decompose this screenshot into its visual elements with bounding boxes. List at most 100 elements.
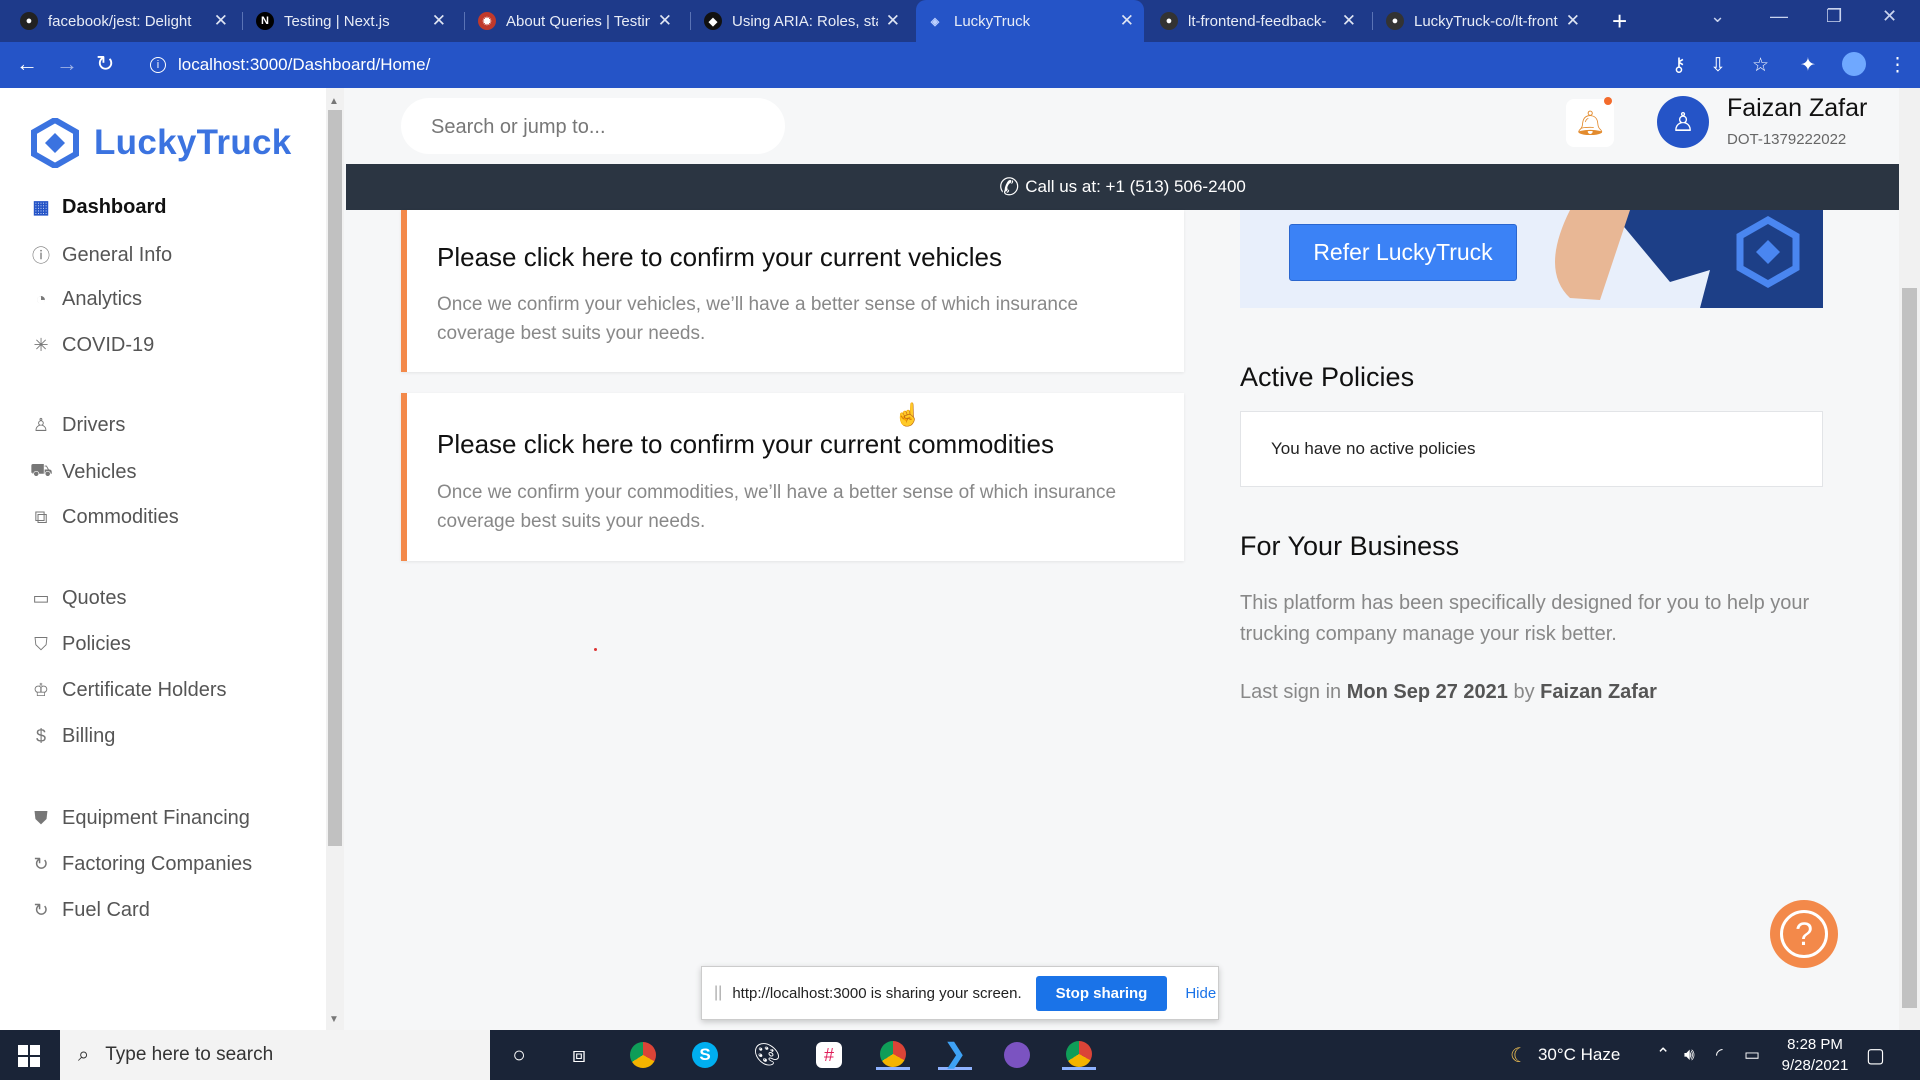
- profile-icon[interactable]: [1842, 52, 1866, 76]
- reload-icon[interactable]: ↻: [96, 52, 114, 76]
- notifications-icon[interactable]: ▢: [1866, 1030, 1885, 1080]
- sidebar-item-certificate-holders[interactable]: ♔ Certificate Holders: [30, 679, 227, 702]
- browser-tab-bar: ● facebook/jest: Delight ✕ N Testing | N…: [0, 0, 1920, 42]
- paint-icon[interactable]: 🎨︎: [750, 1040, 784, 1070]
- back-icon[interactable]: ←: [16, 52, 38, 76]
- sidebar-item-fuel-card[interactable]: ↻ Fuel Card: [30, 899, 149, 922]
- active-policies-title: Active Policies: [1240, 362, 1415, 392]
- menu-icon[interactable]: ⋮: [1888, 54, 1907, 77]
- sidebar-item-analytics[interactable]: ◔ Analytics: [30, 288, 142, 311]
- sidebar-item-equipment-financing[interactable]: ⛊ Equipment Financing: [30, 807, 250, 830]
- close-tab-icon[interactable]: ✕: [1342, 11, 1356, 31]
- phone-icon: ✆: [999, 173, 1020, 201]
- browser-tab[interactable]: ✹ About Queries | Testin ✕: [468, 0, 682, 42]
- browser-tab[interactable]: ◆ Using ARIA: Roles, sta ✕: [694, 0, 910, 42]
- volume-icon[interactable]: 🔊︎: [1684, 1030, 1695, 1080]
- extensions-icon[interactable]: ✦: [1800, 54, 1816, 77]
- browser-tab-active[interactable]: ◈ LuckyTruck ✕: [916, 0, 1144, 42]
- confirm-commodities-card[interactable]: Please click here to confirm your curren…: [401, 393, 1184, 561]
- business-description: This platform has been specifically desi…: [1240, 592, 1810, 645]
- sidebar-item-commodities[interactable]: ⧉ Commodities: [30, 506, 179, 529]
- message-icon: ▭: [32, 588, 50, 608]
- site-info-icon[interactable]: i: [150, 57, 166, 73]
- bookmark-star-icon[interactable]: ☆: [1752, 54, 1769, 77]
- sidebar-item-general-info[interactable]: ⓘ General Info: [30, 242, 172, 268]
- skype-icon[interactable]: S: [688, 1040, 722, 1070]
- call-us-text[interactable]: Call us at: +1 (513) 506-2400: [1025, 177, 1246, 197]
- tab-divider: [690, 12, 691, 30]
- url-field[interactable]: i localhost:3000/Dashboard/Home/: [150, 50, 1650, 80]
- page-scrollbar-thumb[interactable]: [1902, 288, 1917, 1008]
- browser-tab[interactable]: N Testing | Next.js ✕: [246, 0, 456, 42]
- sidebar-item-billing[interactable]: $ Billing: [30, 725, 115, 748]
- close-tab-icon[interactable]: ✕: [886, 11, 900, 31]
- slack-icon[interactable]: #: [812, 1040, 846, 1070]
- chrome-dev-icon[interactable]: [1062, 1040, 1096, 1070]
- key-icon[interactable]: ⚷: [1672, 54, 1686, 77]
- sidebar-item-drivers[interactable]: ♙ Drivers: [30, 414, 125, 437]
- user-icon: ♙: [1671, 106, 1695, 137]
- notification-dot: [1604, 97, 1612, 105]
- task-view-icon[interactable]: ⧈: [562, 1040, 596, 1070]
- close-tab-icon[interactable]: ✕: [658, 11, 672, 31]
- github-icon: ●: [20, 12, 38, 30]
- sidebar-item-covid-19[interactable]: ✳ COVID-19: [30, 334, 154, 357]
- hide-link[interactable]: Hide: [1185, 985, 1216, 1002]
- scroll-up-icon[interactable]: ▲: [329, 96, 339, 107]
- maximize-icon[interactable]: ❐: [1826, 6, 1842, 27]
- sidebar-item-factoring-companies[interactable]: ↻ Factoring Companies: [30, 853, 252, 876]
- taskbar-clock[interactable]: 8:28 PM 9/28/2021: [1770, 1034, 1860, 1076]
- search-icon: ⌕: [78, 1043, 90, 1066]
- help-button[interactable]: ?: [1770, 900, 1838, 968]
- browser-tab[interactable]: ● LuckyTruck-co/lt-front ✕: [1376, 0, 1590, 42]
- scroll-down-icon[interactable]: ▼: [329, 1014, 339, 1025]
- brand-logo[interactable]: LuckyTruck: [30, 118, 292, 168]
- virus-icon: ✳: [33, 335, 49, 355]
- wifi-icon[interactable]: ◜: [1716, 1030, 1723, 1080]
- search-input[interactable]: Search or jump to...: [401, 98, 785, 154]
- github-desktop-icon[interactable]: [1000, 1040, 1034, 1070]
- browser-tab[interactable]: ● facebook/jest: Delight ✕: [10, 0, 238, 42]
- sidebar-item-dashboard[interactable]: ▦ Dashboard: [30, 196, 166, 219]
- refer-luckytruck-button[interactable]: Refer LuckyTruck: [1289, 224, 1517, 281]
- confirm-vehicles-card[interactable]: Please click here to confirm your curren…: [401, 210, 1184, 372]
- cortana-icon[interactable]: ○: [502, 1040, 536, 1070]
- close-tab-icon[interactable]: ✕: [214, 11, 228, 31]
- close-tab-icon[interactable]: ✕: [1566, 11, 1580, 31]
- close-tab-icon[interactable]: ✕: [1120, 11, 1134, 31]
- sidebar-item-vehicles[interactable]: ⛟ Vehicles: [30, 460, 137, 484]
- taskbar-search-input[interactable]: ⌕ Type here to search: [60, 1030, 490, 1080]
- new-tab-icon[interactable]: +: [1612, 6, 1627, 36]
- close-window-icon[interactable]: ✕: [1882, 6, 1897, 27]
- info-icon: ⓘ: [32, 246, 50, 266]
- card-title: Please click here to confirm your curren…: [437, 242, 1003, 272]
- install-icon[interactable]: ⇩: [1710, 54, 1726, 77]
- sidebar-item-quotes[interactable]: ▭ Quotes: [30, 587, 126, 610]
- vscode-icon[interactable]: ❯: [938, 1038, 972, 1070]
- stop-sharing-button[interactable]: Stop sharing: [1035, 975, 1168, 1011]
- notification-bell-icon[interactable]: 🔔︎: [1566, 97, 1614, 147]
- avatar[interactable]: ♙: [1657, 96, 1709, 148]
- question-icon: ?: [1780, 910, 1828, 958]
- battery-icon[interactable]: ▭: [1744, 1030, 1760, 1080]
- chrome-icon[interactable]: [626, 1040, 660, 1070]
- award-icon: ♔: [32, 680, 50, 700]
- card-body: Once we confirm your commodities, we’ll …: [437, 482, 1117, 532]
- windows-start-icon[interactable]: [18, 1045, 40, 1067]
- sidebar-item-policies[interactable]: ⛉ Policies: [30, 633, 131, 656]
- browser-tab[interactable]: ● lt-frontend-feedback- ✕: [1150, 0, 1366, 42]
- testing-library-icon: ✹: [478, 12, 496, 30]
- screen-share-bar: || http://localhost:3000 is sharing your…: [701, 966, 1219, 1020]
- refresh-icon: ↻: [33, 854, 49, 874]
- drag-handle-icon[interactable]: ||: [714, 984, 722, 1002]
- minimize-icon[interactable]: —: [1770, 6, 1788, 27]
- tab-search-icon[interactable]: ⌄: [1710, 6, 1725, 27]
- tray-chevron-icon[interactable]: ⌃: [1656, 1030, 1670, 1080]
- close-tab-icon[interactable]: ✕: [432, 11, 446, 31]
- tab-divider: [464, 12, 465, 30]
- sidebar-scrollbar-thumb[interactable]: [328, 110, 342, 846]
- forward-icon[interactable]: →: [56, 52, 78, 76]
- pie-chart-icon: ◔: [35, 289, 47, 309]
- weather-widget[interactable]: ☾ 30°C Haze: [1510, 1030, 1620, 1080]
- chrome-profile-icon[interactable]: [876, 1040, 910, 1070]
